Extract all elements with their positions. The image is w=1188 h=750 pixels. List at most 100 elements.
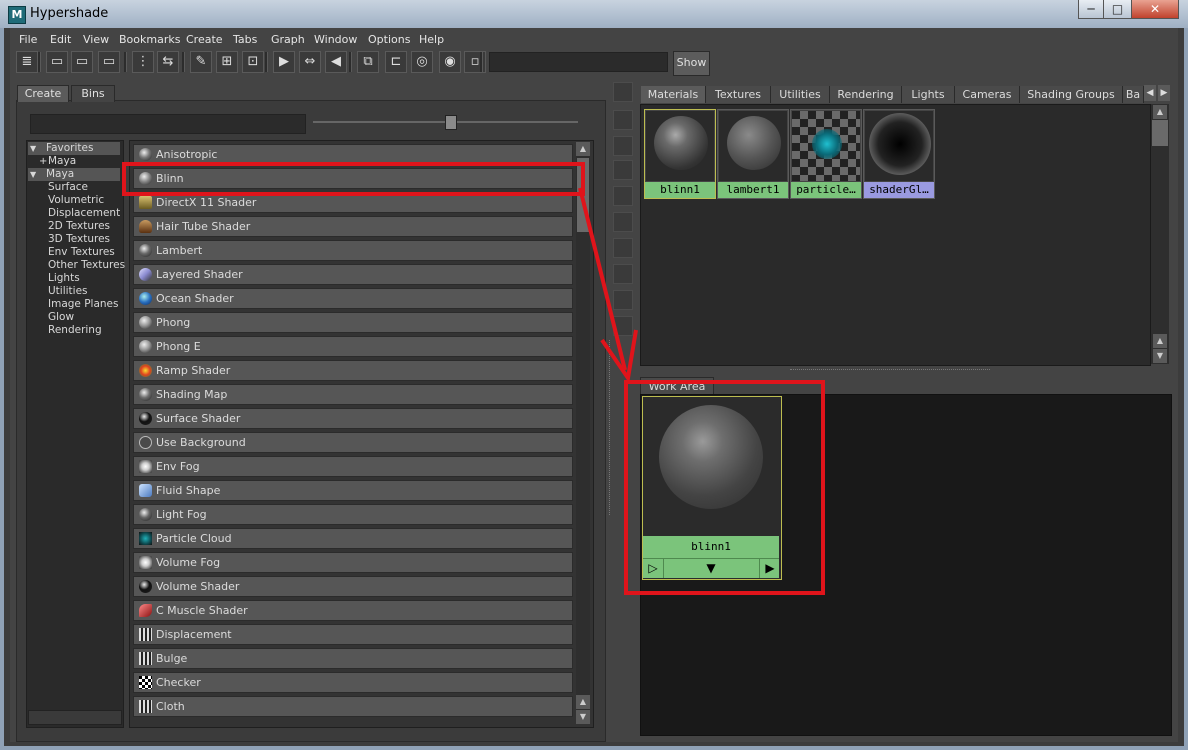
menu-tabs[interactable]: Tabs: [233, 33, 257, 46]
erase-icon[interactable]: ✎: [190, 51, 212, 73]
tree-item-env-textures[interactable]: Env Textures: [28, 246, 120, 259]
tab-utilities[interactable]: Utilities: [771, 86, 830, 103]
output-graph-icon[interactable]: ◀: [325, 51, 347, 73]
collapse-triangle-icon[interactable]: ▼: [30, 168, 36, 181]
layout-bottom-icon[interactable]: ▭: [71, 51, 93, 73]
menu-edit[interactable]: Edit: [50, 33, 71, 46]
network-icon[interactable]: ⧉: [357, 51, 379, 73]
scroll-up-arrow-icon[interactable]: ▲: [1153, 105, 1167, 119]
material-swatch-particle[interactable]: particle…: [790, 109, 862, 199]
tab-rendering[interactable]: Rendering: [830, 86, 902, 103]
tree-item-displacement[interactable]: Displacement: [28, 207, 120, 220]
create-search-input[interactable]: [30, 114, 306, 134]
create-item-cloth[interactable]: Cloth: [133, 696, 573, 717]
pane-splitter[interactable]: [790, 369, 990, 372]
create-item-volume-fog[interactable]: Volume Fog: [133, 552, 573, 573]
tab-scroll-left-icon[interactable]: ◀: [1144, 85, 1156, 101]
material-name-label[interactable]: lambert1: [718, 182, 788, 198]
menu-create[interactable]: Create: [186, 33, 223, 46]
menu-window[interactable]: Window: [314, 33, 357, 46]
tree-item-3d-textures[interactable]: 3D Textures: [28, 233, 120, 246]
menu-bookmarks[interactable]: Bookmarks: [119, 33, 180, 46]
collapse-triangle-icon[interactable]: ▼: [30, 142, 36, 155]
create-item-env-fog[interactable]: Env Fog: [133, 456, 573, 477]
scroll-down-arrow-icon[interactable]: ▼: [576, 710, 590, 724]
materials-scroll-thumb[interactable]: [1152, 120, 1168, 146]
tab-ba[interactable]: Ba: [1123, 86, 1144, 103]
scroll-down-arrow-icon[interactable]: ▼: [1153, 349, 1167, 363]
tree-item-volumetric[interactable]: Volumetric: [28, 194, 120, 207]
create-item-fluid-shape[interactable]: Fluid Shape: [133, 480, 573, 501]
create-item-checker[interactable]: Checker: [133, 672, 573, 693]
create-item-hair-tube-shader[interactable]: Hair Tube Shader: [133, 216, 573, 237]
create-item-use-background[interactable]: Use Background: [133, 432, 573, 453]
side-tool-icon[interactable]: [613, 136, 633, 156]
side-tool-icon[interactable]: [613, 82, 633, 102]
tree-item-maya[interactable]: ▼ Maya: [28, 168, 120, 181]
material-swatch-blinn[interactable]: blinn1: [644, 109, 716, 199]
create-item-surface-shader[interactable]: Surface Shader: [133, 408, 573, 429]
close-button[interactable]: ✕: [1131, 0, 1179, 19]
maximize-button[interactable]: □: [1103, 0, 1132, 19]
graph-down-icon[interactable]: ⇆: [157, 51, 179, 73]
toolbar-text-field[interactable]: [489, 52, 668, 72]
create-item-displacement[interactable]: Displacement: [133, 624, 573, 645]
tree-item-other-textures[interactable]: Other Textures: [28, 259, 125, 272]
create-item-particle-cloud[interactable]: Particle Cloud: [133, 528, 573, 549]
rearrange-icon[interactable]: ⊡: [242, 51, 264, 73]
create-item-bulge[interactable]: Bulge: [133, 648, 573, 669]
tab-textures[interactable]: Textures: [706, 86, 771, 103]
material-name-label[interactable]: shaderGl…: [864, 182, 934, 198]
input-graph-icon[interactable]: ▶: [273, 51, 295, 73]
side-tool-icon[interactable]: [613, 160, 633, 180]
tree-item-favorites[interactable]: ▼ Favorites: [28, 142, 120, 155]
create-item-light-fog[interactable]: Light Fog: [133, 504, 573, 525]
tree-item-lights[interactable]: Lights: [28, 272, 120, 285]
material-name-label[interactable]: blinn1: [645, 182, 715, 198]
tool-list-icon[interactable]: ≣: [16, 51, 38, 73]
menu-help[interactable]: Help: [419, 33, 444, 46]
tree-item-image-planes[interactable]: Image Planes: [28, 298, 120, 311]
tab-shading-groups[interactable]: Shading Groups: [1020, 86, 1123, 103]
scroll-up-arrow-icon[interactable]: ▲: [576, 695, 590, 709]
tree-item-utilities[interactable]: Utilities: [28, 285, 120, 298]
tree-item-rendering[interactable]: Rendering: [28, 324, 120, 337]
tab-materials[interactable]: Materials: [641, 86, 706, 103]
create-item-lambert[interactable]: Lambert: [133, 240, 573, 261]
create-item-shading-map[interactable]: Shading Map: [133, 384, 573, 405]
menu-options[interactable]: Options: [368, 33, 410, 46]
layout-both-icon[interactable]: ▭: [98, 51, 120, 73]
tab-bins[interactable]: Bins: [71, 85, 115, 102]
tree-item-surface[interactable]: Surface: [28, 181, 120, 194]
menu-graph[interactable]: Graph: [271, 33, 305, 46]
menu-view[interactable]: View: [83, 33, 109, 46]
swatch-render-icon[interactable]: ◎: [411, 51, 433, 73]
tab-lights[interactable]: Lights: [902, 86, 955, 103]
arrange-icon[interactable]: ⊞: [216, 51, 238, 73]
menu-file[interactable]: File: [19, 33, 37, 46]
create-item-ramp-shader[interactable]: Ramp Shader: [133, 360, 573, 381]
create-item-phong-e[interactable]: Phong E: [133, 336, 573, 357]
io-graph-icon[interactable]: ⇔: [299, 51, 321, 73]
show-button[interactable]: Show: [673, 51, 710, 76]
icon-size-slider-handle[interactable]: [445, 115, 457, 130]
tab-create[interactable]: Create: [17, 85, 69, 102]
tree-item-maya[interactable]: + Maya: [28, 155, 120, 168]
swatch-high-icon[interactable]: ◉: [439, 51, 461, 73]
graph-up-icon[interactable]: ⋮: [132, 51, 154, 73]
tree-item-2d-textures[interactable]: 2D Textures: [28, 220, 120, 233]
create-item-volume-shader[interactable]: Volume Shader: [133, 576, 573, 597]
tree-horizontal-scrollbar[interactable]: [28, 710, 122, 725]
tab-scroll-right-icon[interactable]: ▶: [1158, 85, 1170, 101]
material-name-label[interactable]: particle…: [791, 182, 861, 198]
scroll-up-arrow-icon[interactable]: ▲: [576, 142, 590, 156]
expand-plus-icon[interactable]: +: [39, 155, 47, 168]
material-swatch-shaderglow[interactable]: shaderGl…: [863, 109, 935, 199]
tree-icon[interactable]: ⊏: [385, 51, 407, 73]
scroll-up-arrow-icon[interactable]: ▲: [1153, 334, 1167, 348]
side-tool-icon[interactable]: [613, 110, 633, 130]
create-item-phong[interactable]: Phong: [133, 312, 573, 333]
material-swatch-lambert[interactable]: lambert1: [717, 109, 789, 199]
create-item-c-muscle-shader[interactable]: C Muscle Shader: [133, 600, 573, 621]
create-item-layered-shader[interactable]: Layered Shader: [133, 264, 573, 285]
